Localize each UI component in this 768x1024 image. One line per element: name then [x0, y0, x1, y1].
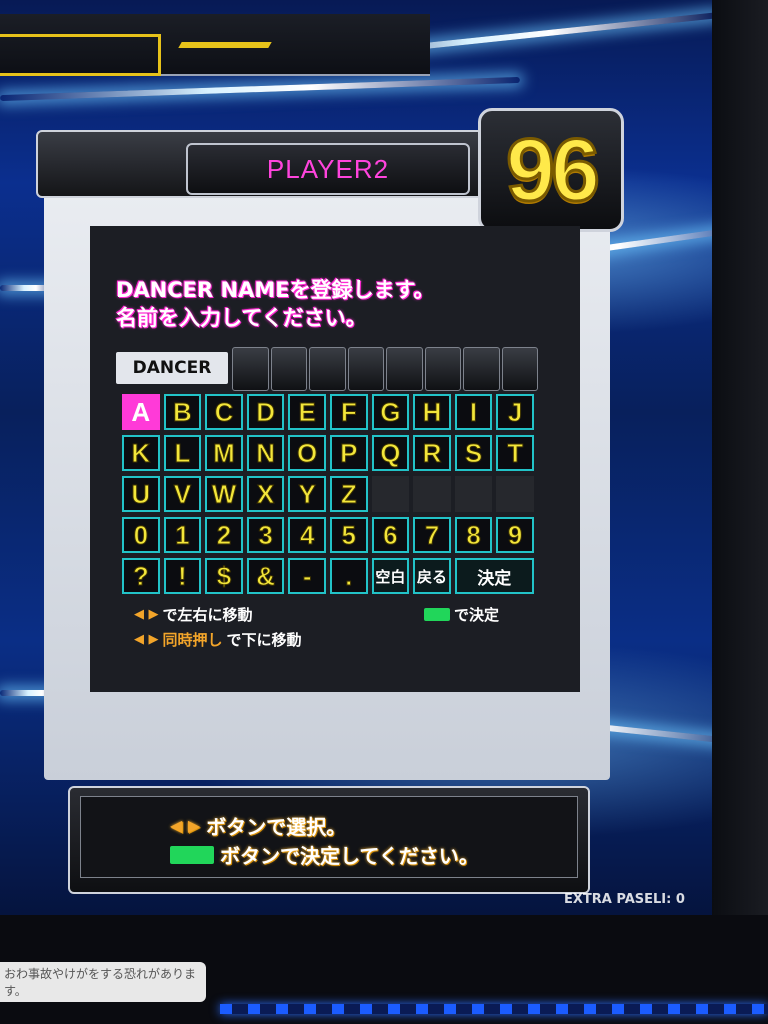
key-keyboard-row4-2[interactable]: 2: [205, 517, 243, 553]
key-empty: [413, 476, 451, 512]
key-keyboard-row3-2[interactable]: W: [205, 476, 243, 512]
key-enter[interactable]: 決定: [454, 558, 534, 594]
keyboard-row3: UVWXYZ: [122, 476, 534, 512]
key-keyboard-row2-4[interactable]: O: [288, 435, 326, 471]
key-keyboard-row1-1[interactable]: B: [163, 394, 202, 430]
name-slot: [270, 347, 307, 391]
top-frame-accent: [0, 34, 161, 76]
light-streak: [0, 76, 520, 102]
top-frame-bar: [0, 14, 430, 76]
key-keyboard-row5-5[interactable]: .: [329, 558, 368, 594]
key-keyboard-row3-1[interactable]: V: [163, 476, 202, 512]
player-label: PLAYER2: [266, 153, 390, 184]
left-right-arrow-icon: ◀ ▶: [134, 632, 159, 647]
hint-confirm: で決定: [424, 604, 499, 625]
key-keyboard-row4-1[interactable]: 1: [163, 517, 202, 553]
hint-move-down: ◀ ▶ 同時押し で下に移動: [134, 629, 302, 650]
name-slot: [347, 347, 384, 391]
key-keyboard-row5-0[interactable]: ?: [122, 558, 160, 594]
key-empty: [371, 476, 410, 512]
key-keyboard-row3-3[interactable]: X: [246, 476, 285, 512]
key-keyboard-row4-9[interactable]: 9: [496, 517, 534, 553]
name-label: DANCER: [132, 358, 212, 378]
key-keyboard-row2-2[interactable]: M: [205, 435, 243, 471]
key-keyboard-row2-3[interactable]: N: [246, 435, 285, 471]
name-slot: [386, 347, 423, 391]
name-slot: [463, 347, 500, 391]
key-keyboard-row2-9[interactable]: T: [496, 435, 534, 471]
key-keyboard-row5-4[interactable]: -: [288, 558, 326, 594]
paseli-status: EXTRA PASELI: 0: [564, 892, 685, 907]
key-keyboard-row1-5[interactable]: F: [329, 394, 368, 430]
hint-confirm-text: で決定: [454, 606, 500, 624]
prompt-line-1: DANCER NAMEを登録します。: [116, 278, 435, 302]
player-tab: PLAYER2: [186, 143, 470, 195]
timer-badge: 96: [478, 108, 624, 232]
key-keyboard-row5-3[interactable]: &: [246, 558, 285, 594]
prompt-line-2: 名前を入力してください。: [116, 306, 367, 330]
instruction-line-2: ボタンで決定してください。: [170, 840, 479, 869]
key-keyboard-row2-0[interactable]: K: [122, 435, 160, 471]
key-space[interactable]: 空白: [371, 558, 410, 594]
key-keyboard-row2-1[interactable]: L: [163, 435, 202, 471]
key-keyboard-row1-0[interactable]: A: [122, 394, 160, 430]
warning-sticker: おわ事故やけがをする恐れがあります。: [0, 962, 206, 1002]
name-slot: [501, 347, 538, 391]
key-keyboard-row2-7[interactable]: R: [413, 435, 451, 471]
instruction-line-2-text: ボタンで決定してください。: [220, 844, 479, 868]
instruction-line-1-text: ボタンで選択。: [206, 815, 347, 839]
name-label-box: DANCER: [116, 352, 228, 384]
key-keyboard-row1-9[interactable]: J: [496, 394, 534, 430]
name-slot: [424, 347, 461, 391]
key-empty: [454, 476, 493, 512]
key-keyboard-row1-7[interactable]: H: [413, 394, 451, 430]
led-strip: [220, 1004, 768, 1014]
key-keyboard-row3-4[interactable]: Y: [288, 476, 326, 512]
hint-move-lr-text: で左右に移動: [162, 606, 253, 624]
key-keyboard-row3-5[interactable]: Z: [329, 476, 368, 512]
name-slot: [309, 347, 346, 391]
left-right-arrow-icon: ◀ ▶: [134, 607, 159, 622]
key-back[interactable]: 戻る: [413, 558, 451, 594]
key-keyboard-row1-2[interactable]: C: [205, 394, 243, 430]
hint-simultaneous-text: 同時押し: [162, 631, 223, 649]
key-keyboard-row4-7[interactable]: 7: [413, 517, 451, 553]
keyboard-row2: KLMNOPQRST: [122, 435, 534, 471]
key-keyboard-row4-3[interactable]: 3: [246, 517, 285, 553]
key-keyboard-row4-4[interactable]: 4: [288, 517, 326, 553]
key-keyboard-row1-8[interactable]: I: [454, 394, 493, 430]
green-button-icon: [170, 845, 214, 864]
key-keyboard-row2-6[interactable]: Q: [371, 435, 410, 471]
key-keyboard-row1-4[interactable]: E: [288, 394, 326, 430]
key-keyboard-row4-8[interactable]: 8: [454, 517, 493, 553]
character-keyboard: A B C D E F G H I J K L M N O P Q R S T U V W X Y Z 0 1 2 3 4 5 6 7 8 9?! $ &…: [122, 394, 534, 599]
hint-move-down-text: で下に移動: [226, 631, 302, 649]
entry-prompt: DANCER NAMEを登録します。 名前を入力してください。: [116, 276, 556, 332]
keyboard-row5: ?! $ & -. 空白 戻る 決定: [122, 558, 534, 594]
key-keyboard-row4-6[interactable]: 6: [371, 517, 410, 553]
instruction-line-1: ◀ ▶ ボタンで選択。: [170, 811, 346, 840]
key-keyboard-row5-1[interactable]: !: [163, 558, 202, 594]
timer-value: 96: [505, 119, 602, 221]
key-keyboard-row1-3[interactable]: D: [246, 394, 285, 430]
key-keyboard-row4-5[interactable]: 5: [329, 517, 368, 553]
green-button-icon: [424, 608, 450, 621]
keyboard-row1: ABCDEFGHIJ: [122, 394, 534, 430]
name-input-field[interactable]: [232, 347, 538, 391]
key-empty: [496, 476, 534, 512]
cabinet-bezel: [712, 0, 768, 915]
key-keyboard-row2-8[interactable]: S: [454, 435, 493, 471]
hint-move-lr: ◀ ▶ で左右に移動: [134, 604, 253, 625]
key-keyboard-row4-0[interactable]: 0: [122, 517, 160, 553]
top-frame-accent: [178, 42, 272, 48]
key-keyboard-row3-0[interactable]: U: [122, 476, 160, 512]
keyboard-row4: 0123456789: [122, 517, 534, 553]
name-slot: [232, 347, 269, 391]
key-keyboard-row5-2[interactable]: $: [205, 558, 243, 594]
key-keyboard-row1-6[interactable]: G: [371, 394, 410, 430]
key-keyboard-row2-5[interactable]: P: [329, 435, 368, 471]
left-right-arrow-icon: ◀ ▶: [170, 816, 201, 835]
